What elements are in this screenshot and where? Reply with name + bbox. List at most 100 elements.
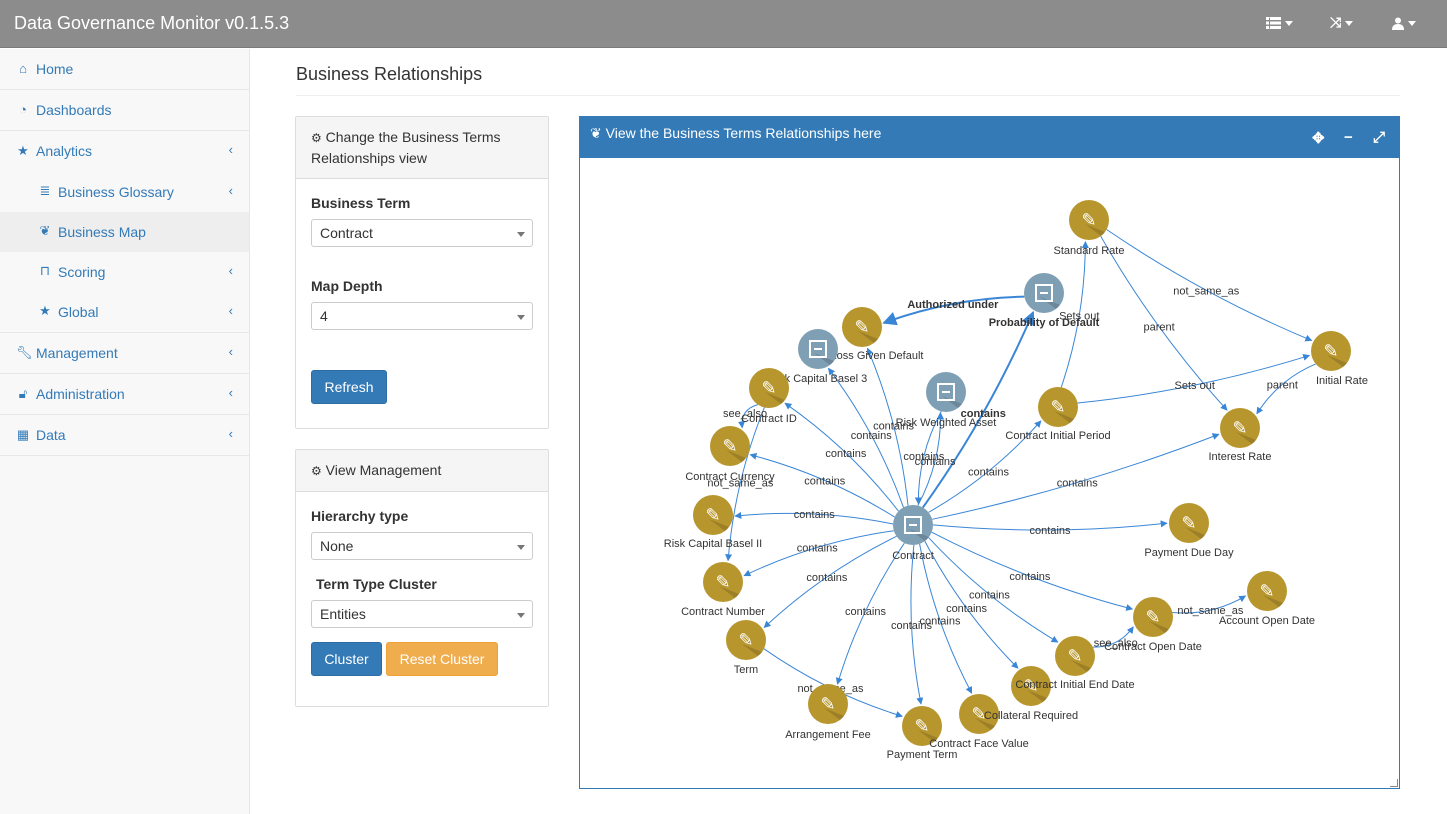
graph-node-label: Contract ID bbox=[741, 413, 797, 425]
sidebar-item-home[interactable]: ⌂ Home bbox=[0, 49, 249, 90]
chevron-left-icon: ‹ bbox=[228, 385, 233, 400]
view-settings-panel: ⚙ Change the Business Terms Relationship… bbox=[295, 116, 549, 429]
sidebar-item-business-map[interactable]: ❦ Business Map bbox=[0, 212, 249, 252]
random-icon: ⤨ bbox=[1330, 14, 1342, 30]
term-type-cluster-select[interactable]: Entities bbox=[311, 600, 533, 628]
graph-nodes: Contract ✎ Standard Rate Probability of Def… bbox=[664, 200, 1368, 761]
database-icon: ≣ bbox=[39, 183, 51, 198]
business-term-value: Contract bbox=[320, 225, 373, 241]
user-icon bbox=[1392, 17, 1404, 30]
graph-edge-labels: contains contains contains contains contains… bbox=[707, 285, 1298, 695]
graph-node-label: Payment Term bbox=[887, 749, 958, 761]
reset-cluster-button[interactable]: Reset Cluster bbox=[386, 642, 498, 676]
graph-node-label: Contract Number bbox=[681, 606, 765, 618]
sidebar-item-label: Management bbox=[36, 345, 118, 361]
graph-edge-label: Authorized under bbox=[907, 299, 999, 311]
pushpin-icon: ✎ bbox=[705, 505, 720, 526]
graph-node-contract-currency[interactable]: ✎ Contract Currency bbox=[685, 426, 775, 483]
graph-node-term[interactable]: ✎ Term bbox=[726, 620, 766, 676]
dashboard-icon: ◔ bbox=[19, 102, 27, 117]
graph-node-interest-rate[interactable]: ✎ Interest Rate bbox=[1209, 408, 1272, 463]
graph-node-rwa[interactable]: Risk Weighted Asset bbox=[896, 372, 997, 429]
graph-canvas[interactable]: contains contains contains contains contains… bbox=[580, 158, 1399, 788]
chevron-left-icon: ‹ bbox=[228, 426, 233, 441]
list-menu-button[interactable] bbox=[1266, 14, 1293, 30]
sidebar-item-label: Administration bbox=[36, 386, 125, 402]
graph-node-contract[interactable]: Contract bbox=[892, 505, 934, 562]
graph-edge-label: contains bbox=[851, 430, 892, 442]
graph-node-label: Collateral Required bbox=[984, 710, 1078, 722]
graph-node-prob-default[interactable]: Probability of Default bbox=[989, 273, 1100, 329]
graph-node-label: Term bbox=[734, 664, 758, 676]
graph-node-label: Contract Face Value bbox=[929, 738, 1028, 750]
graph-edge-label: contains bbox=[968, 466, 1009, 478]
sidebar-item-data[interactable]: ▦ Data ‹ bbox=[0, 415, 249, 456]
app-title[interactable]: Data Governance Monitor v0.1.5.3 bbox=[14, 13, 289, 34]
chevron-left-icon: ‹ bbox=[228, 344, 233, 359]
term-type-cluster-value: Entities bbox=[320, 606, 366, 622]
graph-node-contract-initial-period[interactable]: ✎ Contract Initial Period bbox=[1005, 387, 1111, 442]
minimize-icon[interactable]: − bbox=[1344, 129, 1353, 146]
graph-edge-label: contains bbox=[794, 509, 835, 521]
sidebar-item-label: Business Glossary bbox=[58, 184, 174, 200]
pushpin-icon: ✎ bbox=[761, 378, 776, 399]
graph-edge-label: contains bbox=[845, 606, 886, 618]
graph-edge-label: contains bbox=[825, 448, 866, 460]
sidebar-item-management[interactable]: 🔧︎ Management ‹ bbox=[0, 333, 249, 374]
hierarchy-type-value: None bbox=[320, 538, 354, 554]
pushpin-icon: ✎ bbox=[1081, 210, 1096, 231]
graph-svg[interactable]: contains contains contains contains contains… bbox=[580, 158, 1399, 788]
graph-node-label: Contract Initial End Date bbox=[1015, 679, 1134, 691]
graph-node-label: Contract Currency bbox=[685, 471, 775, 483]
graph-node-label: Payment Due Day bbox=[1144, 547, 1234, 559]
pushpin-icon: ✎ bbox=[820, 694, 835, 715]
cluster-button[interactable]: Cluster bbox=[311, 642, 382, 676]
page-title: Business Relationships bbox=[296, 64, 483, 84]
chevron-down-icon bbox=[517, 545, 525, 550]
bookmark-icon: ⊓ bbox=[39, 263, 51, 278]
chevron-left-icon: ‹ bbox=[228, 263, 233, 278]
sidebar-item-scoring[interactable]: ⊓ Scoring ‹ bbox=[0, 252, 249, 292]
graph-edge-label: contains bbox=[1009, 571, 1050, 583]
pushpin-icon: ✎ bbox=[738, 630, 753, 651]
sidebar-item-dashboards[interactable]: ◔ Dashboards bbox=[0, 90, 249, 131]
sidebar-item-administration[interactable]: 🔓︎ Administration ‹ bbox=[0, 374, 249, 415]
view-management-title: View Management bbox=[325, 462, 442, 478]
map-depth-select[interactable]: 4 bbox=[311, 302, 533, 330]
graph-node-label: Risk Capital Basel II bbox=[664, 538, 762, 550]
resize-handle[interactable] bbox=[1390, 779, 1398, 787]
sidebar-item-label: Global bbox=[58, 304, 99, 320]
graph-node-initial-rate[interactable]: ✎ Initial Rate bbox=[1311, 331, 1368, 387]
graph-title-text: View the Business Terms Relationships he… bbox=[605, 125, 882, 141]
wrench-icon: 🔧︎ bbox=[16, 345, 33, 360]
sidebar-item-analytics[interactable]: ★ Analytics ‹ bbox=[0, 131, 249, 172]
graph-node-standard-rate[interactable]: ✎ Standard Rate bbox=[1054, 200, 1125, 257]
business-term-select[interactable]: Contract bbox=[311, 219, 533, 247]
graph-node-account-open-date[interactable]: ✎ Account Open Date bbox=[1219, 571, 1315, 627]
view-management-panel: ⚙ View Management Hierarchy type None Te… bbox=[295, 449, 549, 707]
graph-node-payment-due-day[interactable]: ✎ Payment Due Day bbox=[1144, 503, 1234, 559]
hierarchy-type-label: Hierarchy type bbox=[311, 508, 409, 524]
sidebar-item-business-glossary[interactable]: ≣ Business Glossary ‹ bbox=[0, 172, 249, 212]
graph-node-contract-face-value[interactable]: ✎Contract Face Value bbox=[929, 694, 1029, 750]
random-menu-button[interactable]: ⤨ bbox=[1330, 14, 1354, 31]
chevron-down-icon bbox=[517, 232, 525, 237]
view-management-heading: ⚙ View Management bbox=[296, 450, 548, 492]
hierarchy-type-select[interactable]: None bbox=[311, 532, 533, 560]
sidebar-item-global[interactable]: ★ Global ‹ bbox=[0, 292, 249, 332]
fullscreen-icon[interactable]: ⤢ bbox=[1373, 129, 1385, 146]
chevron-down-icon bbox=[517, 613, 525, 618]
chevron-down-icon bbox=[517, 315, 525, 320]
graph-node-collateral-required[interactable]: ✎Collateral Required bbox=[984, 666, 1078, 722]
pushpin-icon: ✎ bbox=[715, 572, 730, 593]
graph-node-risk-capital-b2[interactable]: ✎ Risk Capital Basel II bbox=[664, 495, 762, 550]
refresh-button[interactable]: Refresh bbox=[311, 370, 387, 404]
move-icon[interactable]: ✥ bbox=[1312, 129, 1325, 147]
graph-node-contract-number[interactable]: ✎ Contract Number bbox=[681, 562, 765, 618]
chevron-left-icon: ‹ bbox=[228, 142, 233, 157]
view-settings-title: Change the Business Terms Relationships … bbox=[311, 129, 501, 166]
sidebar-item-label: Data bbox=[36, 427, 66, 443]
graph-edge-label: contains bbox=[920, 616, 961, 628]
graph-node-label: Initial Rate bbox=[1316, 375, 1368, 387]
user-menu-button[interactable] bbox=[1392, 14, 1416, 30]
